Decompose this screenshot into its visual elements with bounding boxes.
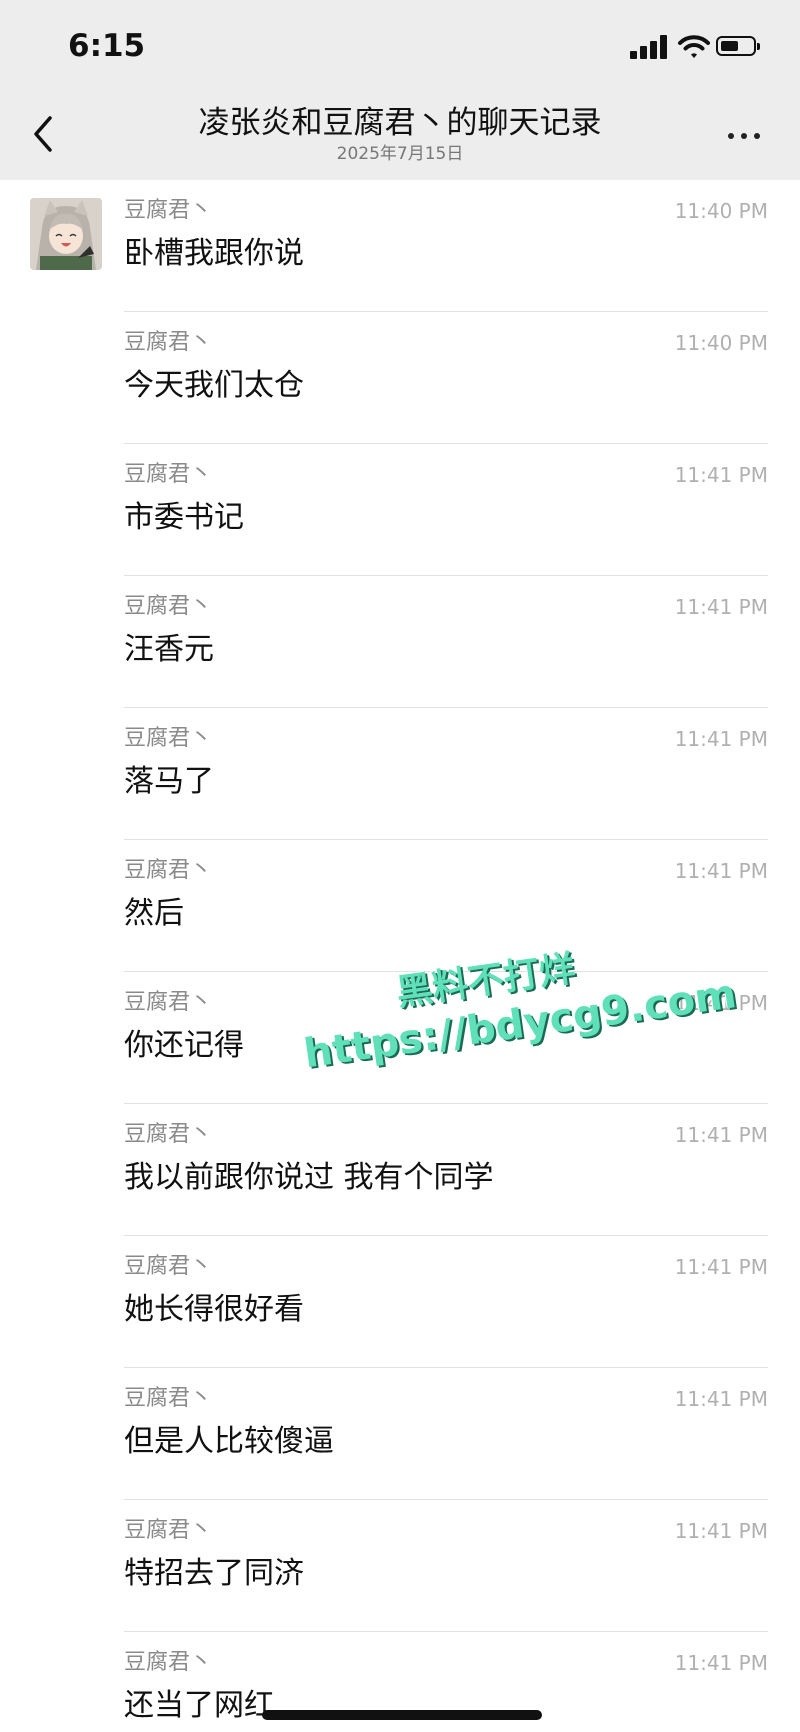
message-item: 豆腐君丶 11:41 PM 你还记得 [0,972,800,1104]
message-text: 但是人比较傻逼 [124,1424,334,1459]
message-sender: 豆腐君丶 [124,1122,213,1147]
message-text: 我以前跟你说过 我有个同学 [124,1160,494,1195]
message-sender: 豆腐君丶 [124,990,213,1015]
message-item: 豆腐君丶 11:41 PM 市委书记 [0,444,800,576]
message-item: 豆腐君丶 11:41 PM 汪香元 [0,576,800,708]
battery-icon [716,36,760,56]
message-time: 11:40 PM [674,331,768,355]
message-sender: 豆腐君丶 [124,330,213,355]
message-time: 11:41 PM [674,1387,768,1411]
message-text: 卧槽我跟你说 [124,236,304,271]
message-time: 11:41 PM [674,1651,768,1675]
message-item: 豆腐君丶 11:40 PM 卧槽我跟你说 [0,180,800,312]
message-item: 豆腐君丶 11:41 PM 她长得很好看 [0,1236,800,1368]
message-sender: 豆腐君丶 [124,858,213,883]
chat-history-screen: 6:15 凌张炎和豆腐君丶的聊天记录 2025年7月15日 豆腐君丶 11:40… [0,0,800,1732]
message-time: 11:41 PM [674,1519,768,1543]
message-sender: 豆腐君丶 [124,1518,213,1543]
chevron-left-icon[interactable] [28,112,58,156]
wifi-icon [678,35,710,58]
message-time: 11:41 PM [674,463,768,487]
page-title: 凌张炎和豆腐君丶的聊天记录 [198,105,602,141]
message-time: 11:41 PM [674,595,768,619]
message-item: 豆腐君丶 11:41 PM 但是人比较傻逼 [0,1368,800,1500]
message-item: 豆腐君丶 11:40 PM 今天我们太仓 [0,312,800,444]
message-text: 还当了网红 [124,1688,274,1723]
status-time: 6:15 [68,28,146,64]
message-time: 11:41 PM [674,859,768,883]
message-item: 豆腐君丶 11:41 PM 我以前跟你说过 我有个同学 [0,1104,800,1236]
header: 6:15 凌张炎和豆腐君丶的聊天记录 2025年7月15日 [0,0,800,180]
page-subtitle: 2025年7月15日 [336,144,464,164]
message-text: 她长得很好看 [124,1292,304,1327]
message-text: 今天我们太仓 [124,368,304,403]
message-list[interactable]: 豆腐君丶 11:40 PM 卧槽我跟你说 豆腐君丶 11:40 PM 今天我们太… [0,180,800,1732]
message-time: 11:40 PM [674,199,768,223]
home-indicator[interactable] [262,1710,542,1720]
message-sender: 豆腐君丶 [124,462,213,487]
message-sender: 豆腐君丶 [124,594,213,619]
message-text: 落马了 [124,764,214,799]
message-text: 你还记得 [124,1028,244,1063]
avatar[interactable] [30,198,102,270]
message-sender: 豆腐君丶 [124,1386,213,1411]
message-text: 特招去了同济 [124,1556,304,1591]
message-time: 11:41 PM [674,991,768,1015]
message-item: 豆腐君丶 11:41 PM 落马了 [0,708,800,840]
message-text: 市委书记 [124,500,244,535]
more-dots-icon[interactable] [722,124,766,148]
message-time: 11:41 PM [674,727,768,751]
message-sender: 豆腐君丶 [124,726,213,751]
message-time: 11:41 PM [674,1255,768,1279]
message-text: 然后 [124,896,184,931]
signal-icon [630,35,670,59]
message-text: 汪香元 [124,632,214,667]
message-sender: 豆腐君丶 [124,1650,213,1675]
message-item: 豆腐君丶 11:41 PM 特招去了同济 [0,1500,800,1632]
message-sender: 豆腐君丶 [124,1254,213,1279]
message-time: 11:41 PM [674,1123,768,1147]
message-item: 豆腐君丶 11:41 PM 然后 [0,840,800,972]
message-sender: 豆腐君丶 [124,198,213,223]
